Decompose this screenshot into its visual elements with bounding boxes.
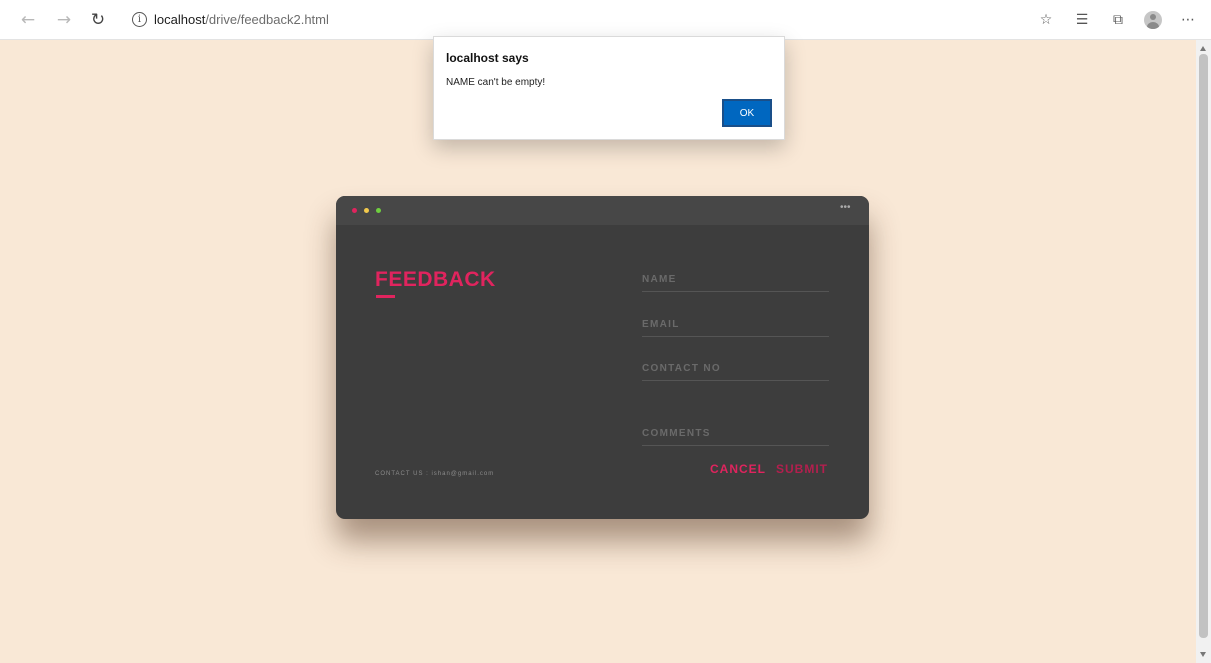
comments-input[interactable] — [642, 422, 829, 444]
scroll-thumb[interactable] — [1199, 54, 1208, 638]
more-options-icon[interactable]: ⋯ — [1180, 10, 1196, 30]
refresh-icon[interactable]: ↻ — [88, 10, 108, 30]
form-title: FEEDBACK — [375, 268, 496, 291]
back-icon[interactable]: ← — [18, 10, 38, 30]
title-underline — [376, 295, 395, 298]
card-titlebar: ••• — [336, 196, 869, 225]
name-field — [642, 268, 829, 292]
contact-input[interactable] — [642, 357, 829, 379]
submit-button[interactable]: SUBMIT — [776, 462, 828, 476]
email-input[interactable] — [642, 313, 829, 335]
ok-button[interactable]: OK — [722, 99, 772, 127]
cancel-button[interactable]: CANCEL — [710, 462, 766, 476]
url-text[interactable]: localhost/drive/feedback2.html — [154, 12, 329, 27]
green-dot-icon — [376, 208, 381, 213]
profile-avatar-icon[interactable] — [1144, 11, 1162, 29]
scroll-down-icon[interactable] — [1200, 652, 1206, 657]
favorite-add-icon[interactable]: ☆ — [1036, 10, 1056, 30]
contact-info: CONTACT US : ishan@gmail.com — [375, 471, 495, 477]
alert-title: localhost says — [446, 51, 529, 65]
card-more-icon: ••• — [840, 202, 851, 213]
browser-toolbar: ← → ↻ i localhost/drive/feedback2.html ☆… — [0, 0, 1211, 40]
yellow-dot-icon — [364, 208, 369, 213]
email-field — [642, 313, 829, 337]
alert-dialog: localhost says NAME can't be empty! OK — [433, 36, 785, 140]
comments-field — [642, 422, 829, 446]
scroll-up-icon[interactable] — [1200, 46, 1206, 51]
page-scrollbar[interactable] — [1196, 40, 1211, 663]
favorites-icon[interactable]: ☰ — [1072, 10, 1092, 30]
contact-field — [642, 357, 829, 381]
name-input[interactable] — [642, 268, 829, 290]
collections-icon[interactable]: ⧉ — [1108, 10, 1128, 30]
feedback-card: ••• FEEDBACK CONTACT US : ishan@gmail.co… — [336, 196, 869, 519]
site-info-icon[interactable]: i — [132, 12, 147, 27]
red-dot-icon — [352, 208, 357, 213]
address-bar[interactable]: i localhost/drive/feedback2.html — [118, 7, 998, 33]
forward-icon[interactable]: → — [54, 10, 74, 30]
alert-message: NAME can't be empty! — [446, 77, 546, 88]
